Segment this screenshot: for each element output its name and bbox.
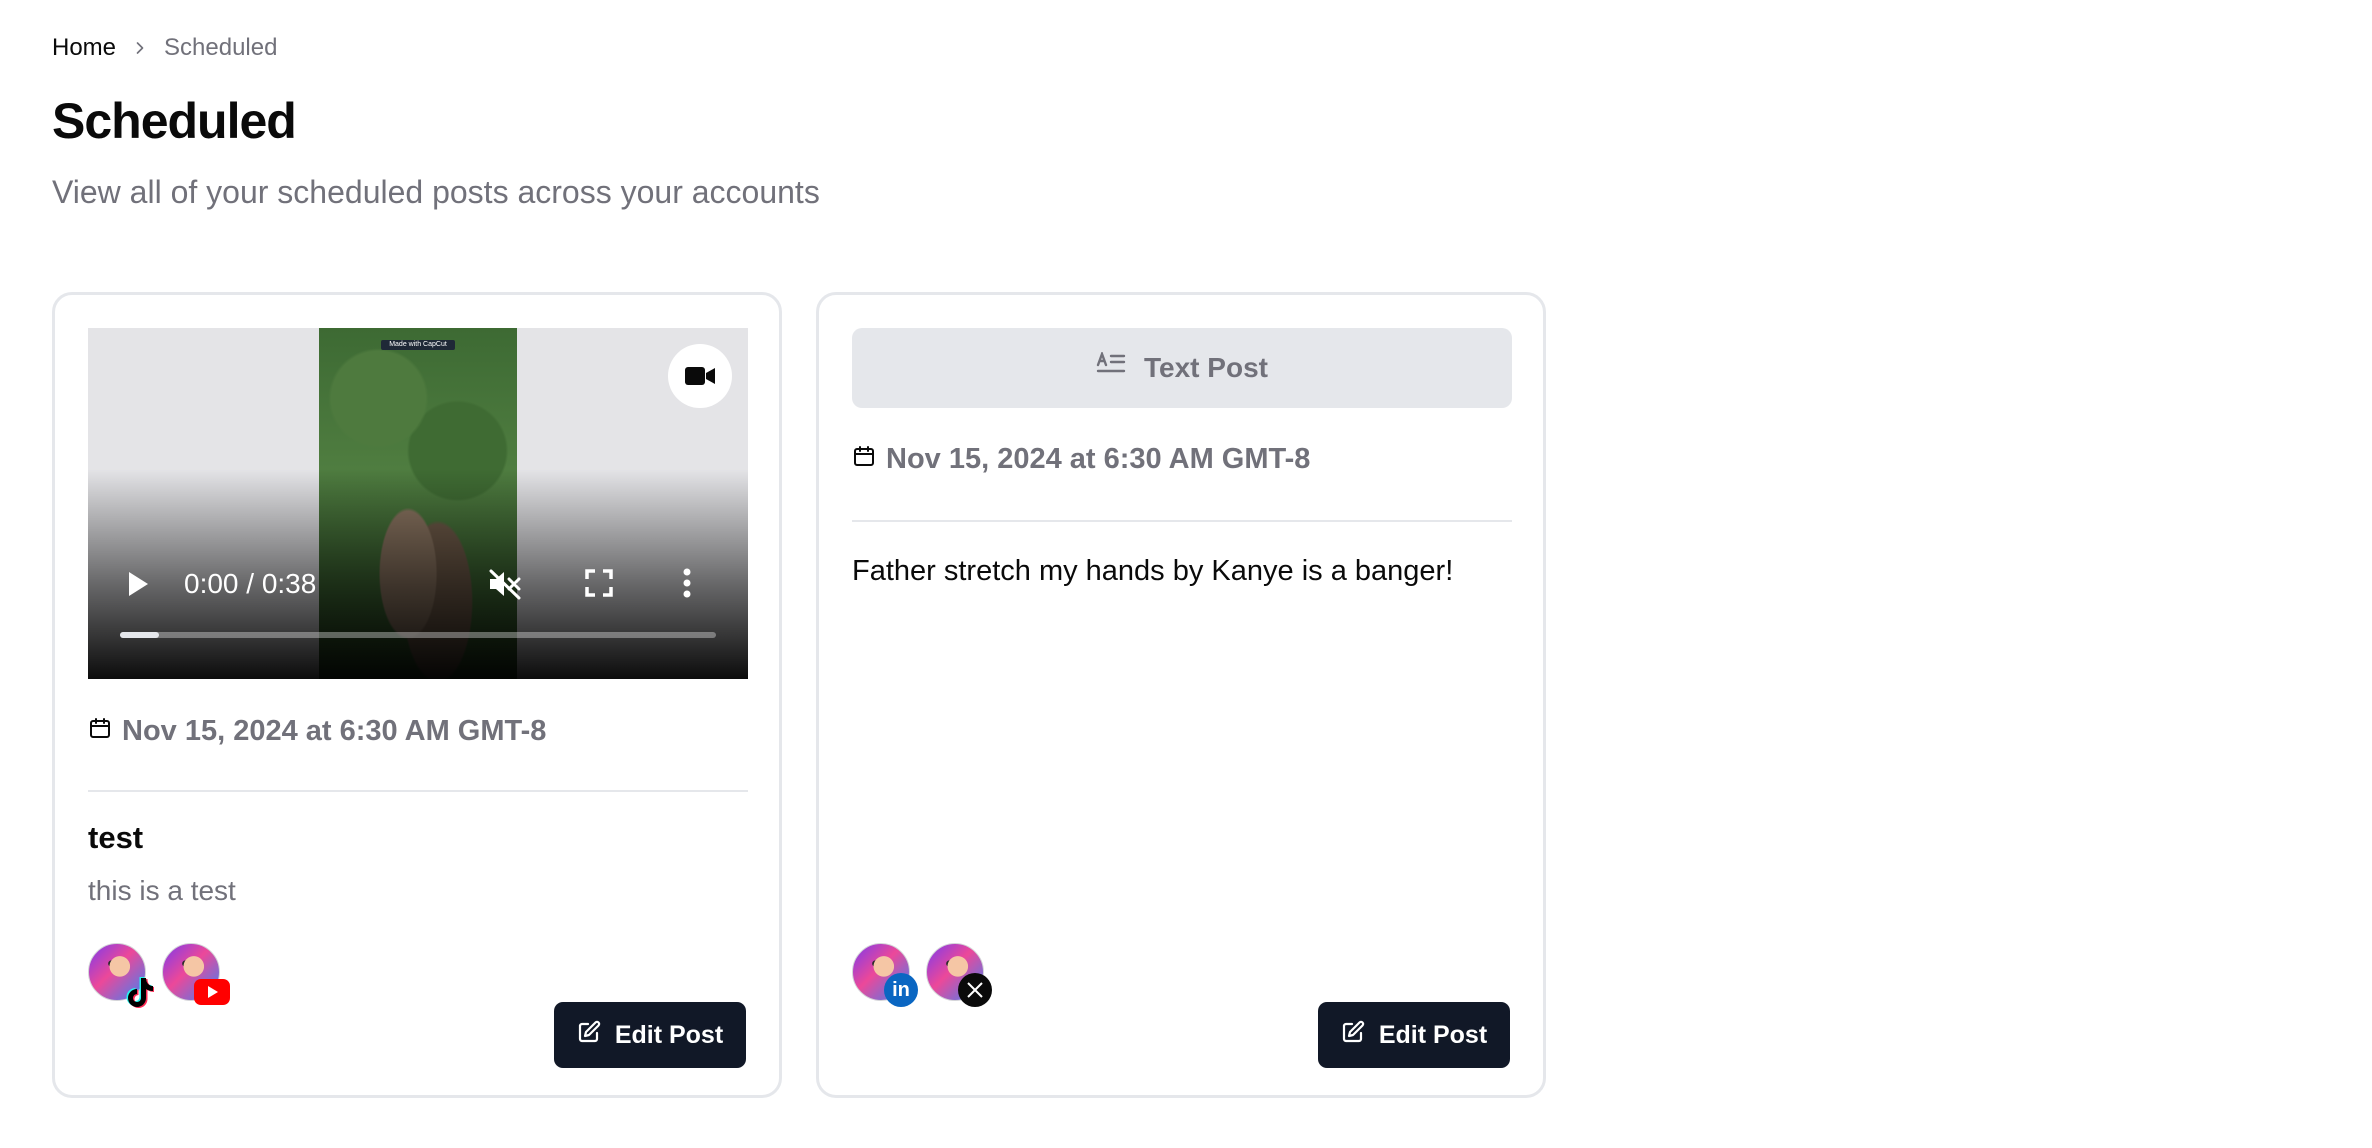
- video-progress-bar[interactable]: [120, 632, 716, 638]
- post-body: this is a test: [88, 875, 236, 906]
- edit-post-label: Edit Post: [614, 1020, 724, 1049]
- scheduled-date-text: Nov 15, 2024 at 6:30 AM GMT-8: [886, 443, 1311, 475]
- account-list: [88, 943, 230, 1008]
- breadcrumb: Home Scheduled: [52, 34, 277, 62]
- youtube-icon: [194, 979, 230, 1005]
- fullscreen-icon[interactable]: [584, 568, 614, 603]
- calendar-icon: [88, 715, 112, 748]
- scheduled-date: Nov 15, 2024 at 6:30 AM GMT-8: [88, 715, 546, 748]
- chevron-right-icon: [130, 38, 150, 58]
- calendar-icon: [852, 443, 876, 476]
- account-youtube: [162, 943, 230, 1005]
- video-player[interactable]: Made with CapCut 0:00 / 0:38: [88, 328, 748, 679]
- video-time: 0:00 / 0:38: [184, 568, 317, 599]
- edit-icon: [1341, 1020, 1365, 1051]
- text-post-banner: Text Post: [852, 328, 1512, 408]
- edit-post-button[interactable]: Edit Post: [554, 1002, 746, 1068]
- video-watermark: Made with CapCut: [381, 340, 455, 350]
- edit-post-label: Edit Post: [1378, 1020, 1488, 1049]
- post-title: test: [88, 820, 144, 855]
- video-controls: 0:00 / 0:38: [88, 558, 748, 608]
- divider: [88, 790, 748, 792]
- account-list: in: [852, 943, 992, 1007]
- scheduled-date: Nov 15, 2024 at 6:30 AM GMT-8: [852, 443, 1310, 476]
- edit-post-button[interactable]: Edit Post: [1318, 1002, 1510, 1068]
- scheduled-post-card: Text Post Nov 15, 2024 at 6:30 AM GMT-8 …: [816, 292, 1546, 1098]
- muted-speaker-icon[interactable]: [488, 568, 522, 605]
- breadcrumb-home-link[interactable]: Home: [52, 34, 116, 62]
- linkedin-icon: in: [884, 973, 918, 1007]
- page: Home Scheduled Scheduled View all of you…: [0, 0, 2372, 1148]
- video-camera-icon: [668, 344, 732, 408]
- play-icon[interactable]: [126, 570, 150, 603]
- more-options-icon[interactable]: [682, 568, 692, 603]
- account-linkedin: in: [852, 943, 918, 1007]
- breadcrumb-current: Scheduled: [164, 34, 278, 61]
- video-progress-fill: [120, 632, 160, 638]
- text-post-label: Text Post: [1144, 352, 1268, 383]
- tiktok-icon: [122, 975, 156, 1009]
- post-body: Father stretch my hands by Kanye is a ba…: [852, 555, 1454, 587]
- text-align-icon: [1096, 349, 1126, 385]
- page-title: Scheduled: [52, 93, 297, 149]
- account-tiktok: [88, 943, 154, 1008]
- account-x: [926, 943, 992, 1007]
- scheduled-date-text: Nov 15, 2024 at 6:30 AM GMT-8: [122, 715, 547, 747]
- edit-icon: [577, 1020, 601, 1051]
- page-subtitle: View all of your scheduled posts across …: [52, 174, 820, 210]
- scheduled-post-card: Made with CapCut 0:00 / 0:38 Nov 15, 202…: [52, 292, 782, 1098]
- divider: [852, 520, 1512, 522]
- x-icon: [958, 973, 992, 1007]
